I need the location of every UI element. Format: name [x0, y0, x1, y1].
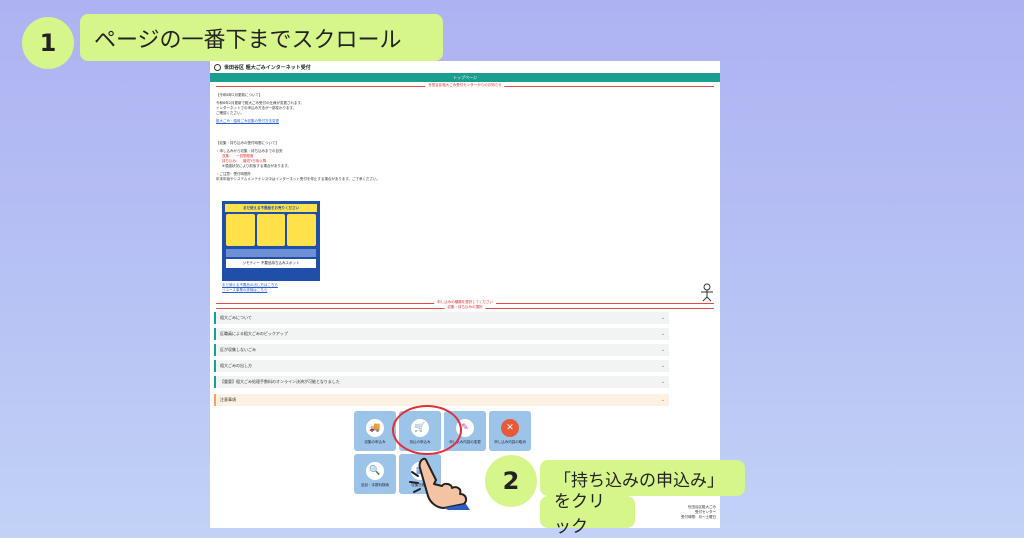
notice-divider: 世田谷区粗大ごみ受付センターからのお知らせ [216, 83, 714, 89]
pointing-hand-icon [408, 454, 478, 510]
chevron-down-icon: ⌄ [660, 315, 665, 321]
accordion-item[interactable]: 【重要】粗大ごみ処理手数料のオンライン決済が可能となりました ⌄ [214, 376, 669, 388]
search-icon: 🔍 [366, 461, 384, 480]
chevron-down-icon: ⌄ [660, 363, 665, 369]
accordion-item-notes[interactable]: 注意事項 ⌄ [214, 394, 669, 406]
banner-strip [226, 249, 316, 257]
step-1-number: 1 [22, 17, 74, 69]
banner-bottom: ジモティー 不要品持ち込みスポット [226, 259, 316, 268]
reuse-link[interactable]: リユース事業の詳細はこちら [222, 288, 278, 293]
hours-section: 【収集・持ち込みの受付時間について】 ・申し込みから収集・持ち込みまでの目安 収… [216, 141, 380, 182]
intro-link[interactable]: 粗大ごみ・臨時ごみ収集の受付方法変更 [216, 119, 304, 124]
chevron-down-icon: ⌄ [660, 331, 665, 337]
accordion-item[interactable]: 区が収集しないごみ ⌄ [214, 344, 669, 356]
notice-title: 世田谷区粗大ごみ受付センターからのお知らせ [425, 83, 505, 88]
chevron-down-icon: ⌄ [660, 379, 665, 385]
banner-cards [223, 214, 319, 246]
accordion-item[interactable]: 粗大ごみの出し方 ⌄ [214, 360, 669, 372]
accordion-item[interactable]: 粗大ごみについて ⌄ [214, 312, 669, 324]
item-search-button[interactable]: 🔍 品目・手数料検索 [354, 454, 396, 494]
intro-section: 【令和6年2月更新について】 令和6年2月更新で粗大ごみ受付の仕様が変更されます… [216, 93, 304, 124]
site-header: 世田谷区 粗大ごみインターネット受付 [210, 61, 720, 73]
site-title: 世田谷区 粗大ごみインターネット受付 [224, 64, 311, 71]
banner-card [226, 214, 255, 246]
step-1-label: ページの一番下までスクロール [94, 27, 402, 53]
top-nav-bar[interactable]: トップページ [210, 73, 720, 82]
step-2-callout-line2: をクリック [540, 492, 635, 537]
banner-card [256, 214, 286, 246]
select-divider-2: 収集・持ち込みの選択 [216, 305, 714, 311]
bullet-line: 年末年始やシステムメンテナンス中はインターネット受付を停止する場合があります。ご… [216, 177, 380, 181]
city-logo-icon [214, 63, 221, 71]
chevron-down-icon: ⌄ [660, 397, 665, 403]
chevron-down-icon: ⌄ [660, 347, 665, 353]
below-banner-links: まだ使える不要品の出し方はこちら リユース事業の詳細はこちら [222, 283, 278, 293]
scroll-indicator-icon [698, 282, 716, 302]
highlight-circle [392, 405, 462, 455]
step-2-number: 2 [485, 455, 537, 507]
accordion-item[interactable]: 区職員による粗大ごみのピックアップ ⌄ [214, 328, 669, 340]
banner-top: まだ使える不要品をお売りください [225, 204, 317, 212]
step-1-callout: ページの一番下までスクロール [80, 14, 443, 61]
banner-card [287, 214, 317, 246]
footer-info: 世田谷区粗大ごみ 受付センター 受付時間：月～土曜日 [681, 505, 716, 519]
collection-request-button[interactable]: 🚚 収集の申込み [354, 411, 396, 451]
cancel-icon: ✕ [501, 418, 519, 437]
reuse-banner[interactable]: まだ使える不要品をお売りください ジモティー 不要品持ち込みスポット [222, 201, 320, 281]
cancel-request-button[interactable]: ✕ 申し込み内容の取消 [489, 411, 531, 451]
select-divider-text-2: 収集・持ち込みの選択 [444, 305, 486, 310]
truck-icon: 🚚 [366, 418, 384, 437]
